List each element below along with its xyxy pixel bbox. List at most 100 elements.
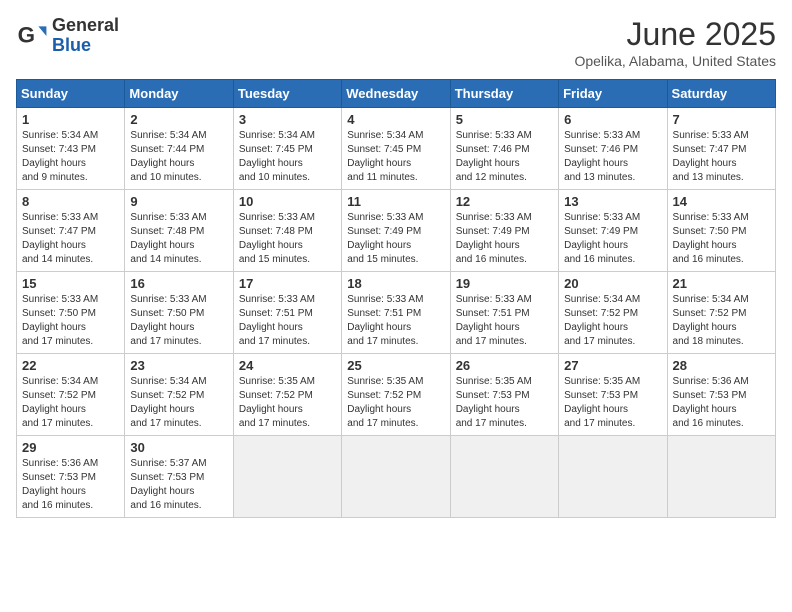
day-info: Sunrise: 5:37 AM Sunset: 7:53 PM Dayligh… (130, 457, 227, 513)
calendar-cell: 30 Sunrise: 5:37 AM Sunset: 7:53 PM Dayl… (125, 436, 233, 518)
day-number: 26 (456, 358, 553, 373)
sunset-label: Sunset: 7:45 PM (347, 144, 421, 155)
daylight-duration: and 17 minutes. (22, 418, 93, 429)
sunset-label: Sunset: 7:49 PM (456, 226, 530, 237)
sunset-label: Sunset: 7:51 PM (347, 308, 421, 319)
calendar-cell: 26 Sunrise: 5:35 AM Sunset: 7:53 PM Dayl… (450, 354, 558, 436)
day-number: 1 (22, 112, 119, 127)
daylight-duration: and 16 minutes. (564, 254, 635, 265)
sunrise-label: Sunrise: 5:33 AM (239, 212, 315, 223)
calendar-cell: 10 Sunrise: 5:33 AM Sunset: 7:48 PM Dayl… (233, 190, 341, 272)
sunset-label: Sunset: 7:52 PM (347, 390, 421, 401)
sunset-label: Sunset: 7:49 PM (347, 226, 421, 237)
daylight-duration: and 17 minutes. (239, 418, 310, 429)
day-number: 11 (347, 194, 444, 209)
day-number: 29 (22, 440, 119, 455)
daylight-label: Daylight hours (130, 322, 194, 333)
sunset-label: Sunset: 7:50 PM (22, 308, 96, 319)
calendar-table: SundayMondayTuesdayWednesdayThursdayFrid… (16, 79, 776, 518)
sunrise-label: Sunrise: 5:33 AM (456, 294, 532, 305)
logo-general: General (52, 16, 119, 36)
sunrise-label: Sunrise: 5:33 AM (564, 212, 640, 223)
day-number: 19 (456, 276, 553, 291)
calendar-cell: 24 Sunrise: 5:35 AM Sunset: 7:52 PM Dayl… (233, 354, 341, 436)
day-info: Sunrise: 5:36 AM Sunset: 7:53 PM Dayligh… (22, 457, 119, 513)
calendar-cell: 18 Sunrise: 5:33 AM Sunset: 7:51 PM Dayl… (342, 272, 450, 354)
sunset-label: Sunset: 7:53 PM (456, 390, 530, 401)
logo-text: General Blue (52, 16, 119, 56)
calendar-cell: 15 Sunrise: 5:33 AM Sunset: 7:50 PM Dayl… (17, 272, 125, 354)
calendar-cell: 25 Sunrise: 5:35 AM Sunset: 7:52 PM Dayl… (342, 354, 450, 436)
daylight-duration: and 14 minutes. (22, 254, 93, 265)
daylight-duration: and 17 minutes. (456, 336, 527, 347)
sunset-label: Sunset: 7:52 PM (22, 390, 96, 401)
daylight-label: Daylight hours (130, 486, 194, 497)
daylight-label: Daylight hours (564, 240, 628, 251)
day-number: 25 (347, 358, 444, 373)
sunrise-label: Sunrise: 5:35 AM (347, 376, 423, 387)
calendar-cell: 27 Sunrise: 5:35 AM Sunset: 7:53 PM Dayl… (559, 354, 667, 436)
day-info: Sunrise: 5:33 AM Sunset: 7:48 PM Dayligh… (239, 211, 336, 267)
day-info: Sunrise: 5:34 AM Sunset: 7:45 PM Dayligh… (239, 129, 336, 185)
day-info: Sunrise: 5:33 AM Sunset: 7:51 PM Dayligh… (347, 293, 444, 349)
daylight-duration: and 16 minutes. (130, 500, 201, 511)
month-title: June 2025 (574, 16, 776, 53)
sunrise-label: Sunrise: 5:34 AM (22, 130, 98, 141)
daylight-duration: and 18 minutes. (673, 336, 744, 347)
day-number: 7 (673, 112, 770, 127)
calendar-cell: 2 Sunrise: 5:34 AM Sunset: 7:44 PM Dayli… (125, 108, 233, 190)
calendar-cell: 16 Sunrise: 5:33 AM Sunset: 7:50 PM Dayl… (125, 272, 233, 354)
calendar-cell: 29 Sunrise: 5:36 AM Sunset: 7:53 PM Dayl… (17, 436, 125, 518)
calendar-cell: 6 Sunrise: 5:33 AM Sunset: 7:46 PM Dayli… (559, 108, 667, 190)
page-header: G General Blue June 2025 Opelika, Alabam… (16, 16, 776, 69)
svg-text:G: G (18, 22, 35, 47)
day-info: Sunrise: 5:34 AM Sunset: 7:52 PM Dayligh… (673, 293, 770, 349)
daylight-label: Daylight hours (673, 404, 737, 415)
daylight-duration: and 16 minutes. (456, 254, 527, 265)
calendar-cell: 11 Sunrise: 5:33 AM Sunset: 7:49 PM Dayl… (342, 190, 450, 272)
calendar-cell: 12 Sunrise: 5:33 AM Sunset: 7:49 PM Dayl… (450, 190, 558, 272)
day-number: 2 (130, 112, 227, 127)
calendar-cell (667, 436, 775, 518)
day-number: 17 (239, 276, 336, 291)
day-number: 13 (564, 194, 661, 209)
day-number: 9 (130, 194, 227, 209)
sunset-label: Sunset: 7:48 PM (130, 226, 204, 237)
daylight-duration: and 15 minutes. (347, 254, 418, 265)
sunrise-label: Sunrise: 5:34 AM (564, 294, 640, 305)
day-number: 4 (347, 112, 444, 127)
day-number: 18 (347, 276, 444, 291)
day-info: Sunrise: 5:34 AM Sunset: 7:52 PM Dayligh… (22, 375, 119, 431)
sunrise-label: Sunrise: 5:34 AM (673, 294, 749, 305)
sunrise-label: Sunrise: 5:35 AM (564, 376, 640, 387)
sunrise-label: Sunrise: 5:33 AM (456, 212, 532, 223)
sunrise-label: Sunrise: 5:33 AM (22, 212, 98, 223)
day-info: Sunrise: 5:33 AM Sunset: 7:46 PM Dayligh… (564, 129, 661, 185)
daylight-label: Daylight hours (22, 158, 86, 169)
day-info: Sunrise: 5:34 AM Sunset: 7:52 PM Dayligh… (130, 375, 227, 431)
daylight-label: Daylight hours (239, 158, 303, 169)
daylight-duration: and 17 minutes. (347, 336, 418, 347)
day-info: Sunrise: 5:35 AM Sunset: 7:53 PM Dayligh… (564, 375, 661, 431)
daylight-duration: and 16 minutes. (673, 418, 744, 429)
daylight-duration: and 12 minutes. (456, 172, 527, 183)
day-number: 6 (564, 112, 661, 127)
calendar-cell: 8 Sunrise: 5:33 AM Sunset: 7:47 PM Dayli… (17, 190, 125, 272)
sunset-label: Sunset: 7:52 PM (239, 390, 313, 401)
calendar-cell: 23 Sunrise: 5:34 AM Sunset: 7:52 PM Dayl… (125, 354, 233, 436)
calendar-cell: 14 Sunrise: 5:33 AM Sunset: 7:50 PM Dayl… (667, 190, 775, 272)
weekday-header-thursday: Thursday (450, 80, 558, 108)
week-row-5: 29 Sunrise: 5:36 AM Sunset: 7:53 PM Dayl… (17, 436, 776, 518)
daylight-label: Daylight hours (130, 404, 194, 415)
logo-blue: Blue (52, 36, 119, 56)
calendar-cell: 17 Sunrise: 5:33 AM Sunset: 7:51 PM Dayl… (233, 272, 341, 354)
day-info: Sunrise: 5:34 AM Sunset: 7:45 PM Dayligh… (347, 129, 444, 185)
daylight-label: Daylight hours (456, 404, 520, 415)
daylight-label: Daylight hours (347, 322, 411, 333)
day-info: Sunrise: 5:35 AM Sunset: 7:52 PM Dayligh… (347, 375, 444, 431)
daylight-label: Daylight hours (673, 240, 737, 251)
calendar-cell (233, 436, 341, 518)
day-info: Sunrise: 5:33 AM Sunset: 7:50 PM Dayligh… (673, 211, 770, 267)
sunrise-label: Sunrise: 5:34 AM (347, 130, 423, 141)
calendar-cell: 13 Sunrise: 5:33 AM Sunset: 7:49 PM Dayl… (559, 190, 667, 272)
